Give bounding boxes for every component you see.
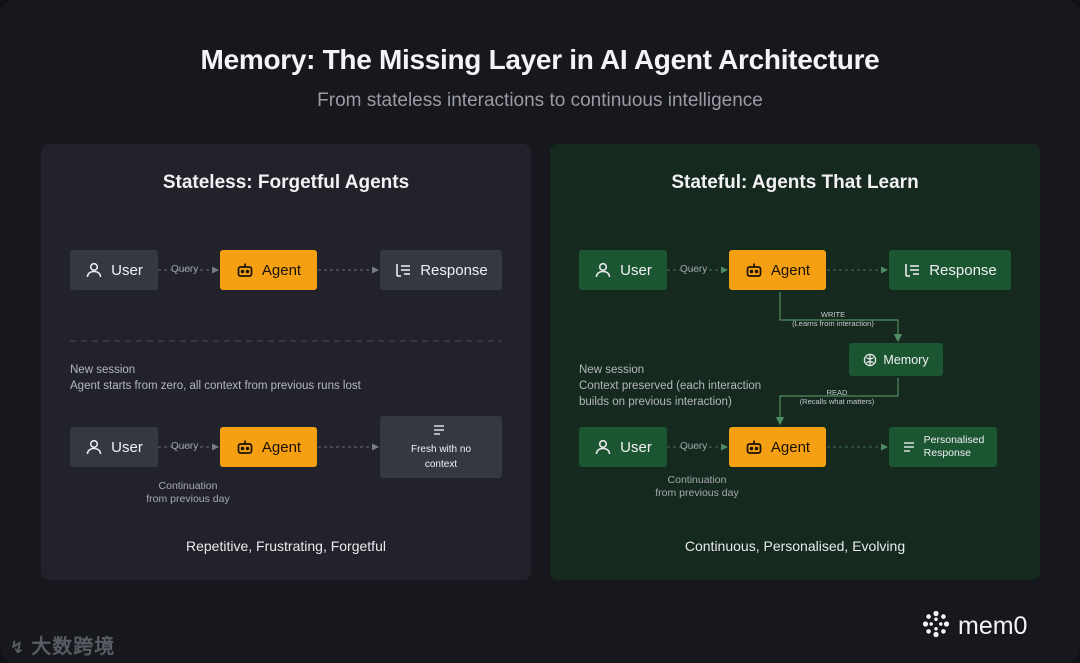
mem0-logo-icon (922, 610, 950, 643)
watermark-label: 大数跨境 (31, 636, 116, 658)
response-label: Response (420, 261, 488, 279)
read-title: READ (826, 388, 848, 397)
mem0-brand: mem0 (922, 610, 1027, 643)
stateless-title: Stateless: Forgetful Agents (162, 172, 410, 193)
note-line: builds on previous interaction) (579, 396, 732, 408)
response-line: Personalised (923, 434, 985, 446)
note-line: Context preserved (each interaction (579, 380, 762, 392)
user-label: User (620, 261, 652, 279)
agent-label: Agent (261, 438, 302, 456)
watermark-text: ↯ 大数跨境 (10, 630, 115, 659)
write-subtitle: (Learns from interaction) (792, 319, 874, 328)
page-title: Memory: The Missing Layer in AI Agent Ar… (200, 44, 880, 75)
stateless-agent-node: Agent (220, 250, 317, 290)
stateless-user-node: User (70, 250, 158, 290)
memory-node: Memory (849, 343, 943, 376)
text-lines-icon (432, 423, 450, 441)
robot-icon (236, 438, 254, 456)
text-lines-icon (902, 440, 916, 454)
stateful-session-note: New session Context preserved (each inte… (579, 362, 761, 410)
personalised-response-text: Personalised Response (924, 434, 985, 460)
stateless-response-node: Response (380, 250, 502, 290)
user-label: User (111, 261, 143, 279)
stateful-agent-node: Agent (729, 250, 826, 290)
agent-label: Agent (770, 261, 811, 279)
stateful-personalised-response-node: Personalised Response (889, 427, 997, 467)
stateful-agent-node-2: Agent (729, 427, 826, 467)
note-line: New session (579, 364, 645, 376)
write-title: WRITE (820, 310, 846, 319)
user-label: User (620, 438, 652, 456)
response-line: Response (923, 447, 971, 459)
user-icon (594, 438, 612, 456)
query-label: Query (171, 264, 199, 275)
note-line: Agent starts from zero, all context from… (70, 380, 361, 392)
stateful-continuation-label: Continuation from previous day (649, 474, 745, 500)
stateless-continuation-label: Continuation from previous day (140, 480, 236, 506)
user-label: User (111, 438, 143, 456)
stateless-footer: Repetitive, Frustrating, Forgetful (186, 538, 386, 554)
mem0-logo-text: mem0 (958, 612, 1028, 640)
continuation-line: Continuation (667, 474, 727, 486)
watermark-logo-icon: ↯ (10, 638, 26, 657)
stateful-title: Stateful: Agents That Learn (671, 172, 919, 193)
write-label: WRITE (Learns from interaction) (790, 310, 876, 328)
stateless-fresh-response-node: Fresh with no context (380, 416, 502, 478)
memory-label: Memory (883, 352, 929, 367)
query-label: Query (680, 441, 708, 452)
stateless-agent-node-2: Agent (220, 427, 317, 467)
response-line: Fresh with no (410, 444, 472, 455)
robot-icon (745, 438, 763, 456)
response-line: context (424, 459, 458, 470)
continuation-line: from previous day (655, 487, 739, 499)
query-label: Query (680, 264, 708, 275)
robot-icon (236, 261, 254, 279)
stateful-user-node: User (579, 250, 667, 290)
agent-label: Agent (770, 438, 811, 456)
list-icon (394, 261, 412, 279)
stateless-session-note: New session Agent starts from zero, all … (70, 362, 361, 394)
response-label: Response (929, 261, 997, 279)
agent-label: Agent (261, 261, 302, 279)
user-icon (85, 261, 103, 279)
stateless-user-node-2: User (70, 427, 158, 467)
stateful-user-node-2: User (579, 427, 667, 467)
stateful-response-node: Response (889, 250, 1011, 290)
brain-icon (863, 353, 877, 367)
list-icon (903, 261, 921, 279)
stateful-footer: Continuous, Personalised, Evolving (684, 538, 906, 554)
note-line: New session (70, 364, 136, 376)
read-subtitle: (Recalls what matters) (799, 397, 875, 406)
query-label: Query (171, 441, 199, 452)
continuation-line: Continuation (158, 480, 218, 492)
user-icon (594, 261, 612, 279)
continuation-line: from previous day (146, 493, 230, 505)
robot-icon (745, 261, 763, 279)
read-label: READ (Recalls what matters) (794, 388, 880, 406)
page-subtitle: From stateless interactions to continuou… (317, 90, 763, 111)
user-icon (85, 438, 103, 456)
